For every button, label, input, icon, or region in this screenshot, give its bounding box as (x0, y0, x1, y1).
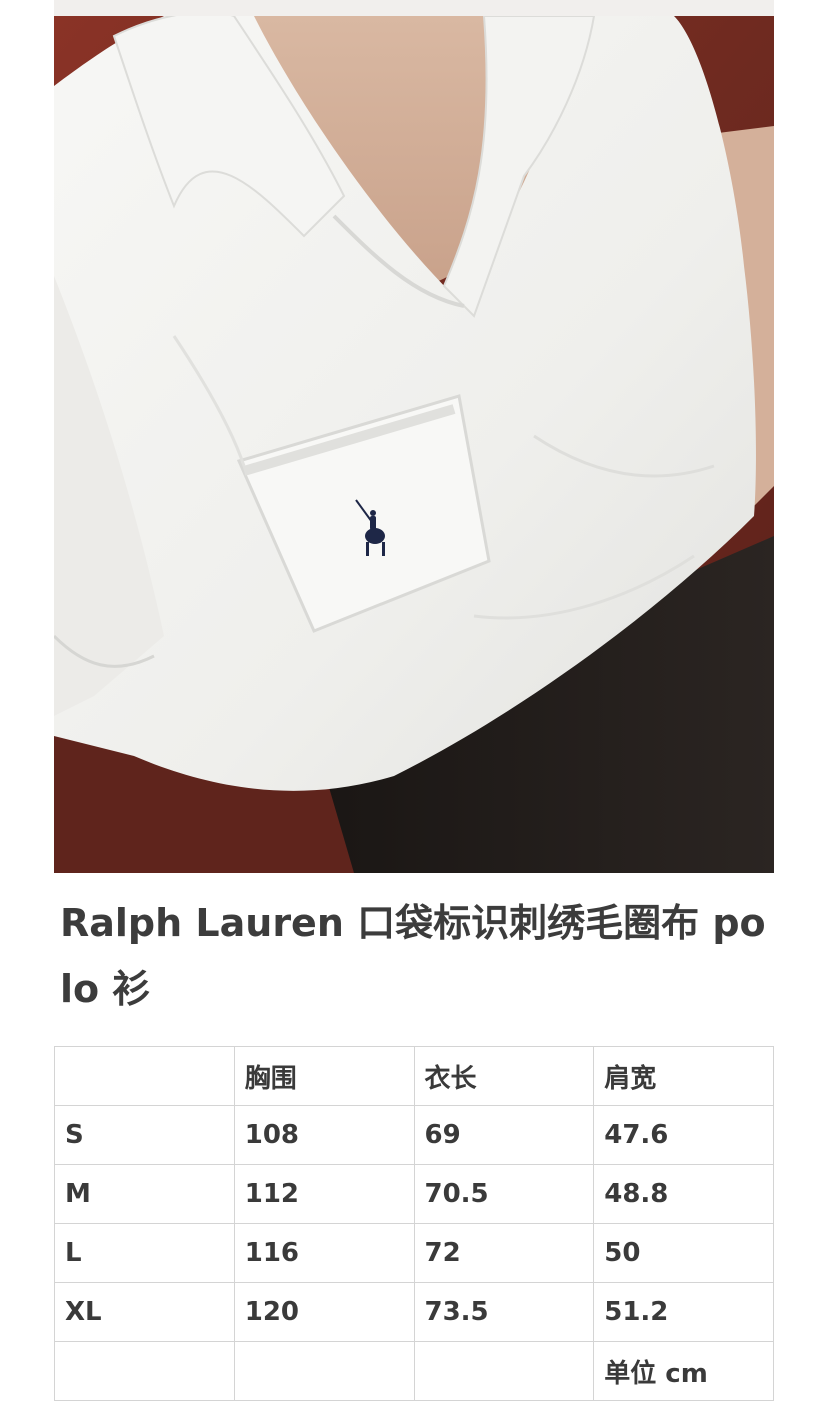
size-table-cell (233, 1341, 415, 1401)
size-table-cell: 112 (233, 1164, 415, 1224)
size-table-cell: 108 (233, 1105, 415, 1165)
size-table-cell: 69 (413, 1105, 595, 1165)
size-table-row: 单位 cm (54, 1341, 774, 1401)
size-table-cell: 50 (593, 1223, 774, 1283)
size-table-cell: M (54, 1164, 235, 1224)
size-table-header-cell (54, 1046, 235, 1106)
size-table-row: S 108 69 47.6 (54, 1105, 774, 1165)
size-table-cell: 116 (233, 1223, 415, 1283)
size-table-cell: L (54, 1223, 235, 1283)
size-table-cell: XL (54, 1282, 235, 1342)
size-table-cell (413, 1341, 595, 1401)
product-photo (54, 16, 774, 873)
size-table-cell: 47.6 (593, 1105, 774, 1165)
size-table-cell: 73.5 (413, 1282, 595, 1342)
size-table-cell (54, 1341, 235, 1401)
size-table-header-cell: 衣长 (413, 1046, 595, 1106)
size-table-row: XL 120 73.5 51.2 (54, 1282, 774, 1342)
size-table-cell: 51.2 (593, 1282, 774, 1342)
size-table-header-row: 胸围 衣长 肩宽 (54, 1046, 774, 1106)
size-table-row: M 112 70.5 48.8 (54, 1164, 774, 1224)
size-table-cell: S (54, 1105, 235, 1165)
size-table: 胸围 衣长 肩宽 S 108 69 47.6 M 112 70.5 48.8 L… (54, 1046, 774, 1401)
size-table-cell: 70.5 (413, 1164, 595, 1224)
size-table-cell: 48.8 (593, 1164, 774, 1224)
size-table-cell: 120 (233, 1282, 415, 1342)
product-title: Ralph Lauren 口袋标识刺绣毛圈布 polo 衫 (60, 901, 766, 1011)
size-table-header-cell: 胸围 (233, 1046, 415, 1106)
size-table-row: L 116 72 50 (54, 1223, 774, 1283)
unit-label: 单位 cm (593, 1341, 774, 1401)
size-table-cell: 72 (413, 1223, 595, 1283)
top-strip (54, 0, 774, 16)
product-photo-illustration (54, 16, 774, 873)
size-table-header-cell: 肩宽 (593, 1046, 774, 1106)
